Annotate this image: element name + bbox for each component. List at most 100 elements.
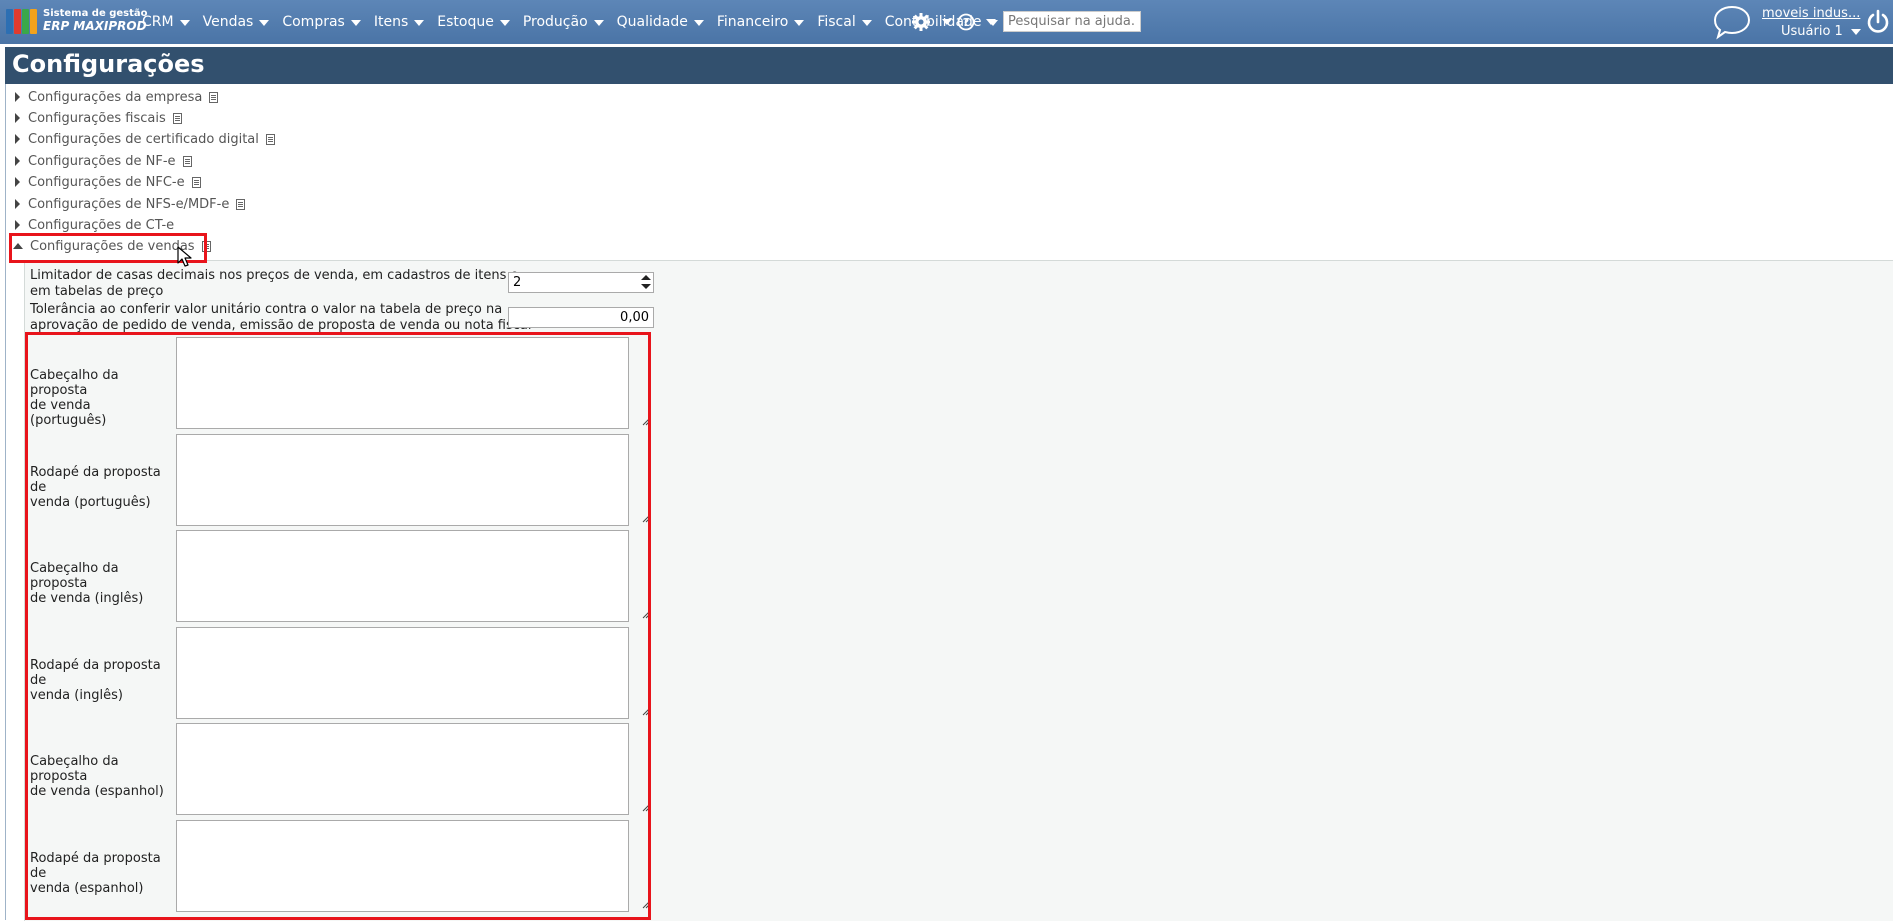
decimal-limit-label: Limitador de casas decimais nos preços d… — [30, 268, 519, 300]
logo-bar-blue — [6, 9, 13, 34]
expand-arrow-icon — [15, 156, 20, 166]
spinner-up-icon[interactable] — [641, 275, 651, 280]
menu-estoque-label: Estoque — [437, 14, 494, 30]
spinner-down-icon[interactable] — [641, 284, 651, 289]
main-menu: CRM Vendas Compras Itens Estoque Produçã… — [142, 0, 1011, 44]
document-icon[interactable] — [201, 240, 211, 252]
document-icon[interactable] — [172, 112, 182, 124]
chevron-down-icon — [1850, 28, 1861, 35]
collapse-arrow-icon — [13, 243, 23, 249]
resize-grip-icon[interactable] — [642, 417, 651, 426]
menu-qualidade-label: Qualidade — [616, 14, 688, 30]
svg-text:?: ? — [963, 16, 969, 29]
decimal-limit-input[interactable] — [508, 272, 654, 293]
footer-es-label-line1: Rodapé da proposta de — [30, 851, 161, 881]
header-es-label: Cabeçalho da proposta de venda (espanhol… — [30, 754, 170, 799]
resize-grip-icon[interactable] — [642, 514, 651, 523]
header-es-label-line2: de venda (espanhol) — [30, 784, 164, 799]
expand-arrow-icon — [15, 134, 20, 144]
tree-item-label: Configurações de NFC-e — [28, 174, 185, 190]
expand-arrow-icon — [15, 113, 20, 123]
settings-menu[interactable] — [911, 12, 952, 32]
tree-item-label: Configurações de NFS-e/MDF-e — [28, 196, 230, 212]
header-en-label: Cabeçalho da proposta de venda (inglês) — [30, 561, 170, 606]
header-pt-label-line2: de venda (português) — [30, 398, 107, 428]
top-navigation-bar: Sistema de gestão ERP MAXIPROD CRM Venda… — [0, 0, 1893, 44]
resize-grip-icon[interactable] — [642, 707, 651, 716]
tree-item-empresa[interactable]: Configurações da empresa — [12, 87, 219, 107]
chevron-down-icon — [593, 19, 604, 26]
header-pt-textarea[interactable] — [176, 337, 629, 429]
footer-pt-textarea[interactable] — [176, 434, 629, 526]
menu-compras-label: Compras — [282, 14, 345, 30]
content-left-border — [5, 84, 6, 920]
footer-es-textarea[interactable] — [176, 820, 629, 912]
header-en-textarea[interactable] — [176, 530, 629, 622]
help-search-input[interactable] — [1003, 11, 1141, 32]
menu-itens[interactable]: Itens — [373, 14, 425, 30]
menu-itens-label: Itens — [373, 14, 409, 30]
user-name-label: Usuário 1 — [1781, 24, 1843, 39]
maxiprod-logo[interactable] — [6, 8, 39, 35]
resize-grip-icon[interactable] — [642, 900, 651, 909]
power-icon[interactable] — [1866, 9, 1890, 35]
company-link[interactable]: moveis indus... — [1762, 6, 1860, 21]
menu-producao[interactable]: Produção — [523, 14, 604, 30]
chevron-down-icon — [259, 19, 270, 26]
tree-item-nfse-mdfe[interactable]: Configurações de NFS-e/MDF-e — [12, 194, 246, 214]
resize-grip-icon[interactable] — [642, 610, 651, 619]
chevron-down-icon — [179, 19, 190, 26]
document-icon[interactable] — [209, 91, 219, 103]
tree-item-nfce[interactable]: Configurações de NFC-e — [12, 172, 201, 192]
decimal-limit-label-line1: Limitador de casas decimais nos preços d… — [30, 268, 519, 283]
tree-item-label: Configurações de vendas — [30, 238, 195, 254]
page-title: Configurações — [12, 50, 205, 78]
brand: Sistema de gestão ERP MAXIPROD — [43, 7, 148, 33]
tree-item-nfe[interactable]: Configurações de NF-e — [12, 151, 192, 171]
tree-item-fiscais[interactable]: Configurações fiscais — [12, 108, 182, 128]
chevron-down-icon — [414, 19, 425, 26]
menu-compras[interactable]: Compras — [282, 14, 361, 30]
menu-financeiro[interactable]: Financeiro — [717, 14, 805, 30]
footer-en-label-line2: venda (inglês) — [30, 688, 123, 703]
help-icon: ? — [957, 13, 975, 31]
menu-vendas[interactable]: Vendas — [203, 14, 270, 30]
spinner-arrows-icon[interactable] — [641, 274, 652, 290]
tree-item-cte[interactable]: Configurações de CT-e — [12, 215, 174, 235]
header-en-label-line2: de venda (inglês) — [30, 591, 144, 606]
menu-crm[interactable]: CRM — [142, 14, 190, 30]
document-icon[interactable] — [182, 155, 192, 167]
footer-es-label: Rodapé da proposta de venda (espanhol) — [30, 851, 170, 896]
footer-pt-label: Rodapé da proposta de venda (português) — [30, 465, 170, 510]
gear-icon — [912, 13, 930, 31]
footer-en-textarea[interactable] — [176, 627, 629, 719]
menu-estoque[interactable]: Estoque — [437, 14, 510, 30]
footer-pt-label-line1: Rodapé da proposta de — [30, 465, 161, 495]
document-icon[interactable] — [191, 176, 201, 188]
menu-vendas-label: Vendas — [202, 14, 254, 30]
menu-producao-label: Produção — [522, 14, 588, 30]
tree-item-certificado[interactable]: Configurações de certificado digital — [12, 129, 275, 149]
footer-en-label-line1: Rodapé da proposta de — [30, 658, 161, 688]
tolerance-input[interactable] — [508, 307, 654, 328]
header-es-textarea[interactable] — [176, 723, 629, 815]
tolerance-label: Tolerância ao conferir valor unitário co… — [30, 302, 531, 334]
menu-fiscal[interactable]: Fiscal — [817, 14, 872, 30]
logo-bar-green — [22, 9, 29, 34]
chevron-down-icon — [986, 19, 996, 25]
chevron-down-icon — [861, 19, 872, 26]
decimal-limit-label-line2: em tabelas de preço — [30, 284, 164, 299]
expand-arrow-icon — [15, 177, 20, 187]
chat-icon[interactable] — [1712, 4, 1752, 40]
resize-grip-icon[interactable] — [642, 803, 651, 812]
user-menu[interactable]: Usuário 1 — [1781, 24, 1861, 39]
tolerance-label-line2: aprovação de pedido de venda, emissão de… — [30, 318, 532, 333]
tree-item-label: Configurações de certificado digital — [28, 131, 259, 147]
brand-name: ERP MAXIPROD — [43, 19, 147, 33]
help-menu[interactable]: ? — [957, 13, 996, 31]
document-icon[interactable] — [265, 133, 275, 145]
menu-qualidade[interactable]: Qualidade — [617, 14, 704, 30]
tree-item-vendas[interactable]: Configurações de vendas — [12, 236, 211, 256]
document-icon[interactable] — [236, 198, 246, 210]
chevron-down-icon — [350, 19, 361, 26]
